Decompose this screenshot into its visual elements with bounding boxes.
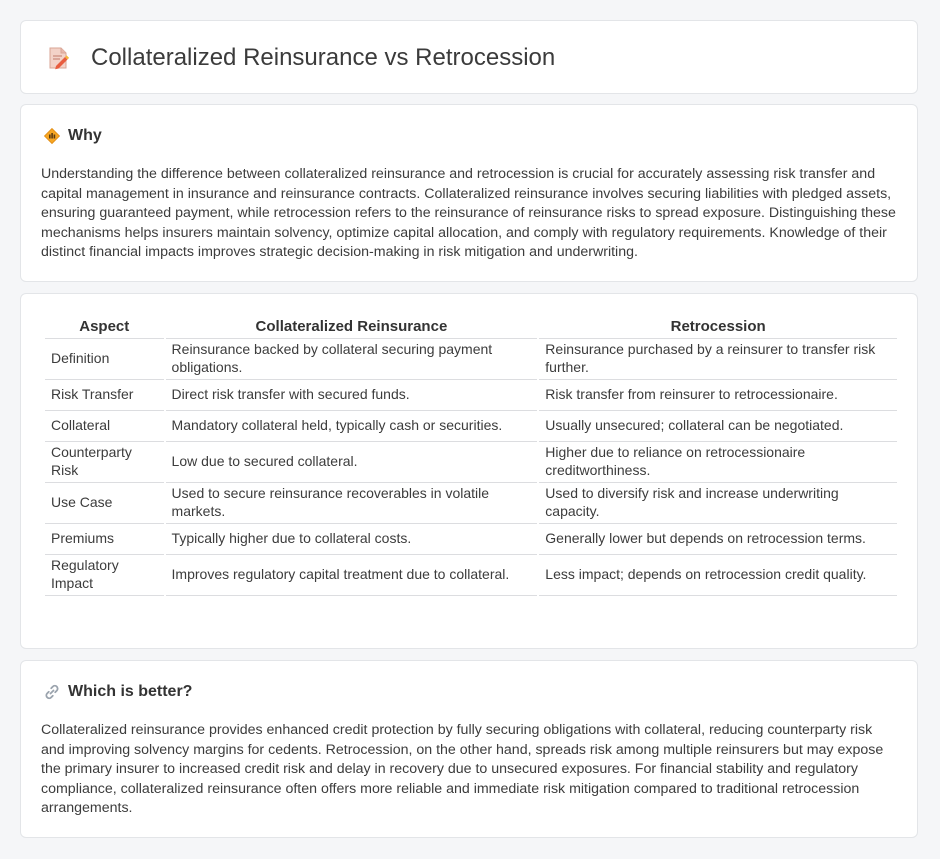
why-heading-row: Why: [43, 127, 102, 145]
aspect-cell: Regulatory Impact: [45, 555, 164, 596]
better-heading: Which is better?: [68, 683, 193, 700]
table-row: Collateral Mandatory collateral held, ty…: [45, 411, 897, 442]
collateralized-cell: Low due to secured collateral.: [165, 442, 538, 483]
better-paragraph: Collateralized reinsurance provides enha…: [41, 722, 884, 817]
table-row: Counterparty Risk Low due to secured col…: [45, 442, 897, 483]
table-header-row: Aspect Collateralized Reinsurance Retroc…: [45, 318, 897, 339]
aspect-cell: Risk Transfer: [45, 380, 164, 411]
retrocession-cell: Risk transfer from reinsurer to retroces…: [539, 380, 897, 411]
retrocession-cell: Reinsurance purchased by a reinsurer to …: [539, 339, 897, 380]
why-section: Why Understanding the difference between…: [20, 104, 918, 282]
which-is-better-section: Which is better? Collateralized reinsura…: [20, 660, 918, 838]
retrocession-cell: Higher due to reliance on retrocessionai…: [539, 442, 897, 483]
retrocession-cell: Generally lower but depends on retrocess…: [539, 524, 897, 555]
page-title: Collateralized Reinsurance vs Retrocessi…: [91, 44, 556, 71]
collateralized-cell: Improves regulatory capital treatment du…: [165, 555, 538, 596]
aspect-cell: Collateral: [45, 411, 164, 442]
why-paragraph: Understanding the difference between col…: [41, 166, 896, 261]
table-row: Use Case Used to secure reinsurance reco…: [45, 483, 897, 524]
column-header-aspect: Aspect: [45, 318, 164, 339]
table-row: Regulatory Impact Improves regulatory ca…: [45, 555, 897, 596]
collateralized-cell: Mandatory collateral held, typically cas…: [165, 411, 538, 442]
column-header-collateralized: Collateralized Reinsurance: [165, 318, 538, 339]
table-row: Definition Reinsurance backed by collate…: [45, 339, 897, 380]
table-row: Premiums Typically higher due to collate…: [45, 524, 897, 555]
retrocession-cell: Less impact; depends on retrocession cre…: [539, 555, 897, 596]
diamond-sign-icon: [43, 127, 61, 145]
comparison-table: Aspect Collateralized Reinsurance Retroc…: [43, 318, 899, 596]
aspect-cell: Definition: [45, 339, 164, 380]
better-heading-row: Which is better?: [43, 683, 192, 701]
why-heading: Why: [68, 127, 102, 144]
table-row: Risk Transfer Direct risk transfer with …: [45, 380, 897, 411]
retrocession-cell: Used to diversify risk and increase unde…: [539, 483, 897, 524]
collateralized-cell: Direct risk transfer with secured funds.: [165, 380, 538, 411]
link-icon: [43, 683, 61, 701]
collateralized-cell: Reinsurance backed by collateral securin…: [165, 339, 538, 380]
page-title-row: Collateralized Reinsurance vs Retrocessi…: [45, 21, 555, 95]
aspect-cell: Counterparty Risk: [45, 442, 164, 483]
aspect-cell: Premiums: [45, 524, 164, 555]
collateralized-cell: Used to secure reinsurance recoverables …: [165, 483, 538, 524]
retrocession-cell: Usually unsecured; collateral can be neg…: [539, 411, 897, 442]
aspect-cell: Use Case: [45, 483, 164, 524]
column-header-retrocession: Retrocession: [539, 318, 897, 339]
document-edit-icon: [45, 45, 71, 71]
header-card: Collateralized Reinsurance vs Retrocessi…: [20, 20, 918, 94]
collateralized-cell: Typically higher due to collateral costs…: [165, 524, 538, 555]
comparison-section: Aspect Collateralized Reinsurance Retroc…: [20, 293, 918, 649]
